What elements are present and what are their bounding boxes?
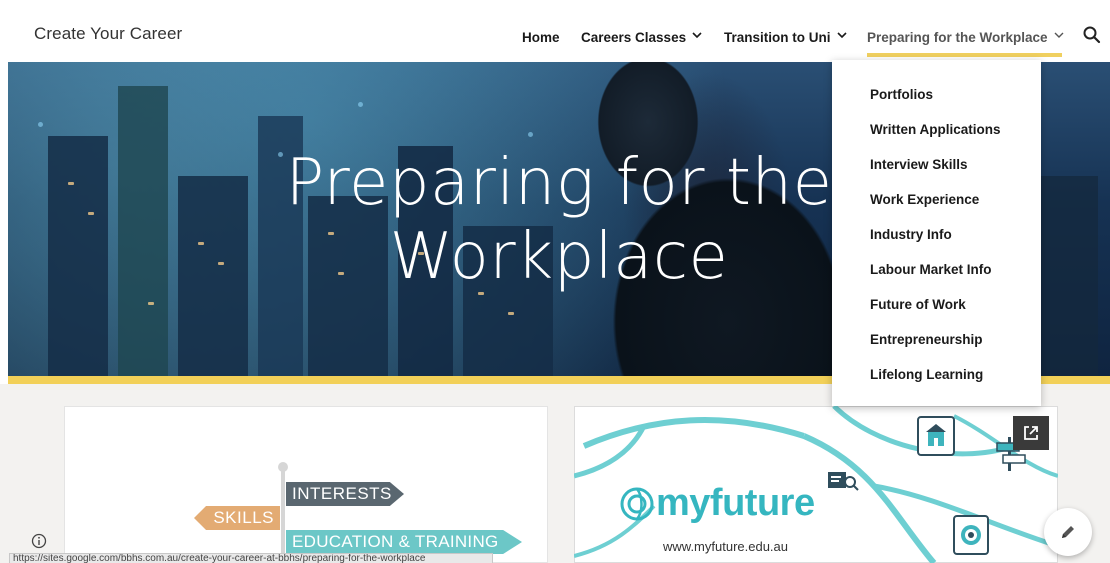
sign-skills: SKILLS — [194, 506, 280, 530]
nav-preparing-for-the-workplace-label[interactable]: Preparing for the Workplace — [867, 30, 1048, 45]
nav-preparing-for-the-workplace[interactable]: Preparing for the Workplace — [867, 26, 1064, 48]
search-icon[interactable] — [1082, 25, 1102, 45]
site-header: Create Your Career Home Careers Classes … — [0, 0, 1110, 62]
document-search-icon — [826, 470, 860, 492]
menu-item-work-experience[interactable]: Work Experience — [870, 192, 979, 207]
menu-item-industry-info[interactable]: Industry Info — [870, 227, 952, 242]
browser-status-bar: https://sites.google.com/bbhs.com.au/cre… — [9, 553, 493, 563]
menu-item-labour-market-info[interactable]: Labour Market Info — [870, 262, 992, 277]
chevron-down-icon[interactable] — [1054, 30, 1064, 40]
target-icon — [953, 515, 989, 555]
nav-careers-classes-label[interactable]: Careers Classes — [581, 30, 686, 45]
menu-item-entrepreneurship[interactable]: Entrepreneurship — [870, 332, 983, 347]
info-icon[interactable] — [31, 533, 47, 549]
menu-item-written-applications[interactable]: Written Applications — [870, 122, 1001, 137]
signpost-pole — [281, 466, 285, 563]
preparing-for-the-workplace-dropdown: Portfolios Written Applications Intervie… — [832, 60, 1041, 406]
chevron-down-icon[interactable] — [836, 30, 847, 40]
city-light — [358, 102, 363, 107]
school-icon — [917, 416, 955, 456]
myfuture-url: www.myfuture.edu.au — [663, 539, 789, 554]
external-link-icon[interactable] — [1013, 416, 1049, 450]
menu-item-future-of-work[interactable]: Future of Work — [870, 297, 966, 312]
chevron-down-icon[interactable] — [692, 30, 702, 40]
active-nav-underline — [867, 53, 1062, 57]
nav-careers-classes[interactable]: Careers Classes — [581, 26, 702, 48]
menu-item-interview-skills[interactable]: Interview Skills — [870, 157, 968, 172]
city-light — [148, 302, 154, 305]
nav-home-label[interactable]: Home — [522, 30, 560, 45]
myfuture-logo-text: myfuture — [656, 482, 815, 524]
city-light — [508, 312, 514, 315]
pencil-icon — [1062, 526, 1074, 538]
menu-item-lifelong-learning[interactable]: Lifelong Learning — [870, 367, 983, 382]
menu-item-portfolios[interactable]: Portfolios — [870, 87, 933, 102]
edit-button[interactable] — [1044, 508, 1092, 556]
site-title[interactable]: Create Your Career — [34, 24, 182, 44]
city-light — [38, 122, 43, 127]
sign-interests: INTERESTS — [286, 482, 404, 506]
city-light — [528, 132, 533, 137]
myfuture-logo-icon — [619, 486, 655, 522]
nav-transition-to-uni[interactable]: Transition to Uni — [724, 26, 847, 48]
sign-education-training: EDUCATION & TRAINING — [286, 530, 522, 554]
nav-home[interactable]: Home — [522, 26, 560, 48]
nav-transition-to-uni-label[interactable]: Transition to Uni — [724, 30, 831, 45]
